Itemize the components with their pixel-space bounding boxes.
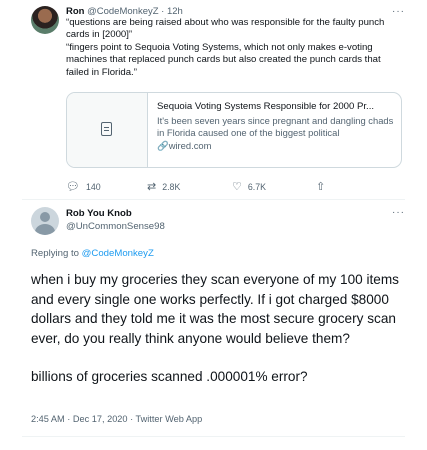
link-card[interactable]: Sequoia Voting Systems Responsible for 2… [66,92,402,168]
replying-label: Replying to [31,248,79,259]
link-icon: 🔗 [157,140,169,151]
share-button[interactable]: ⇧ [316,180,331,193]
document-icon [101,122,112,136]
heart-icon: ♡ [232,181,242,193]
like-button[interactable]: ♡ 6.7K [232,180,266,193]
author-name[interactable]: Rob You Knob [66,208,132,219]
retweet-button[interactable]: ⇄ 2.8K [147,180,180,193]
card-description: It's been seven years since pregnant and… [157,115,394,138]
retweet-icon: ⇄ [147,181,157,193]
author-handle[interactable]: @CodeMonkeyZ [87,6,158,17]
tweet-timestamp[interactable]: 2:45 AM · Dec 17, 2020 · Twitter Web App [31,414,202,424]
tweet-text: when i buy my groceries they scan everyo… [31,270,401,387]
like-count: 6.7K [247,181,266,192]
replying-to: Replying to @CodeMonkeyZ [31,248,154,259]
tweet-paragraph: billions of groceries scanned .000001% e… [31,369,308,385]
tweet-header: Ron @CodeMonkeyZ · 12h [66,6,183,17]
author-handle[interactable]: @UnCommonSense98 [66,221,165,232]
divider [22,199,405,200]
tweet-time[interactable]: 12h [167,6,183,17]
avatar[interactable] [31,6,59,34]
reply-count: 140 [85,181,101,192]
more-options-icon[interactable]: ··· [392,207,405,218]
reply-button[interactable]: 💬︎ 140 [66,180,101,193]
card-url: 🔗wired.com [157,140,212,151]
reply-icon: 💬︎ [66,181,80,193]
retweet-count: 2.8K [162,181,181,192]
card-title: Sequoia Voting Systems Responsible for 2… [157,101,375,112]
separator: · [161,6,165,17]
card-thumbnail [67,93,148,167]
author-name[interactable]: Ron [66,6,84,17]
tweet-paragraph: when i buy my groceries they scan everyo… [31,272,399,346]
avatar[interactable] [31,207,59,235]
replying-to-link[interactable]: @CodeMonkeyZ [82,248,154,259]
more-options-icon[interactable]: ··· [392,6,405,17]
tweet-text: “questions are being raised about who wa… [66,17,385,78]
divider [22,436,405,437]
share-icon: ⇧ [316,181,326,193]
